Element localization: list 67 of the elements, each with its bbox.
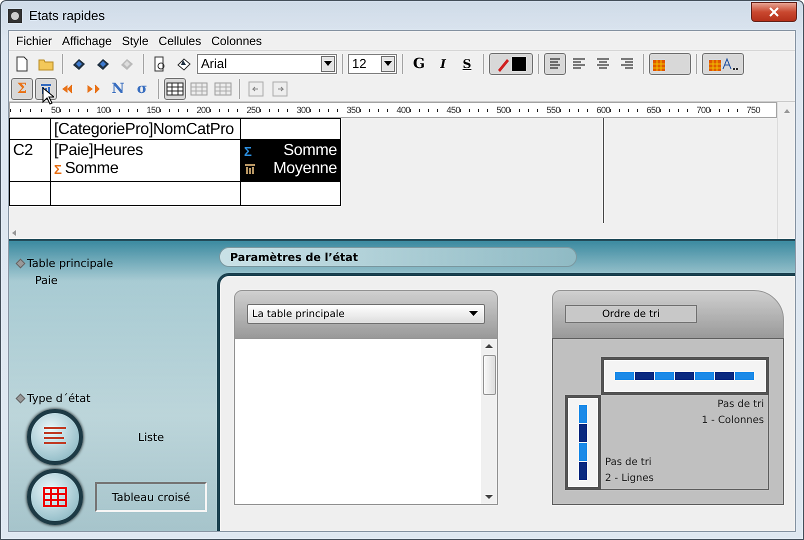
function-button[interactable]: σ [131, 78, 153, 100]
sum-symbol: Σ [54, 162, 62, 176]
cell-text: Somme [64, 160, 118, 178]
layout-icon [190, 82, 208, 96]
menu-item[interactable]: Affichage [57, 34, 117, 48]
export-icon [176, 56, 192, 72]
section-title: Paramètres de l’état [219, 247, 577, 267]
scroll-thumb[interactable] [482, 355, 496, 395]
report-type-button[interactable] [27, 469, 83, 525]
align-icon [619, 56, 635, 72]
sort-label: 1 - Colonnes [700, 414, 764, 428]
field-list[interactable] [234, 338, 498, 505]
report-type-button[interactable] [27, 409, 83, 465]
pen-color-button[interactable] [489, 52, 533, 74]
align-icon [571, 56, 587, 72]
cell-text: Moyenne [273, 160, 337, 178]
table-dropdown[interactable]: La table principale [247, 304, 485, 324]
mean-icon [244, 163, 256, 175]
report-type-label[interactable]: Liste [95, 422, 207, 452]
caret-icon [469, 311, 478, 317]
report-type-label[interactable]: Tableau croisé [95, 482, 207, 512]
section-label: Type d´état [17, 392, 209, 405]
text-color-button[interactable] [702, 52, 744, 74]
window-title: Etats rapides [29, 8, 106, 23]
function-button[interactable]: N [107, 78, 129, 100]
text-style-button[interactable]: S [456, 52, 478, 74]
scroll-down-icon [485, 494, 493, 500]
menu-item[interactable]: Colonnes [206, 34, 267, 48]
menu-item[interactable]: Style [116, 34, 154, 48]
sort-label: 2 - Lignes [605, 472, 655, 486]
close-icon [769, 6, 779, 16]
align-icon [547, 56, 563, 72]
cell-text: [Paie]Heures [54, 142, 143, 160]
color-swatch-icon [511, 56, 527, 72]
close-button[interactable] [751, 2, 797, 22]
text-style-button[interactable]: G [408, 52, 430, 74]
cell-text: C2 [13, 142, 33, 160]
layout-button[interactable] [164, 78, 186, 100]
file-icon [14, 56, 30, 72]
grid-icon [42, 486, 68, 508]
table-name: Paie [35, 274, 59, 287]
layout-icon [166, 82, 184, 96]
cursor-icon [42, 86, 54, 104]
caret-icon [324, 60, 332, 66]
sum-symbol: Σ [244, 144, 252, 158]
scroll-up-icon [485, 343, 493, 349]
sort-label: Pas de tri [605, 456, 653, 470]
menu-item[interactable]: Fichier [11, 34, 58, 48]
sort-label: Pas de tri [716, 398, 764, 412]
caret-icon [384, 60, 392, 66]
size-dropdown[interactable]: 12 [348, 54, 397, 74]
font-dropdown[interactable]: Arial [197, 54, 337, 74]
cell-color-button[interactable] [649, 52, 691, 74]
cell-text: [CategoriePro]NomCatPro [54, 121, 234, 139]
align-button[interactable] [544, 52, 566, 74]
ruler: 50 100 150 200 250 300 350 400 450 500 550 600 650 700 750 [9, 102, 777, 118]
section-label: Table principale [17, 257, 209, 270]
app-icon [7, 8, 23, 24]
sort-tab[interactable]: Ordre de tri [565, 305, 697, 323]
text-style-button[interactable]: I [432, 52, 454, 74]
cell-text: Somme [283, 142, 337, 160]
segments-icon [579, 404, 587, 480]
font-icon [722, 56, 740, 70]
menu-item[interactable]: Cellules [154, 34, 206, 48]
segments-icon [615, 372, 755, 380]
align-icon [595, 56, 611, 72]
layout-icon [214, 82, 232, 96]
